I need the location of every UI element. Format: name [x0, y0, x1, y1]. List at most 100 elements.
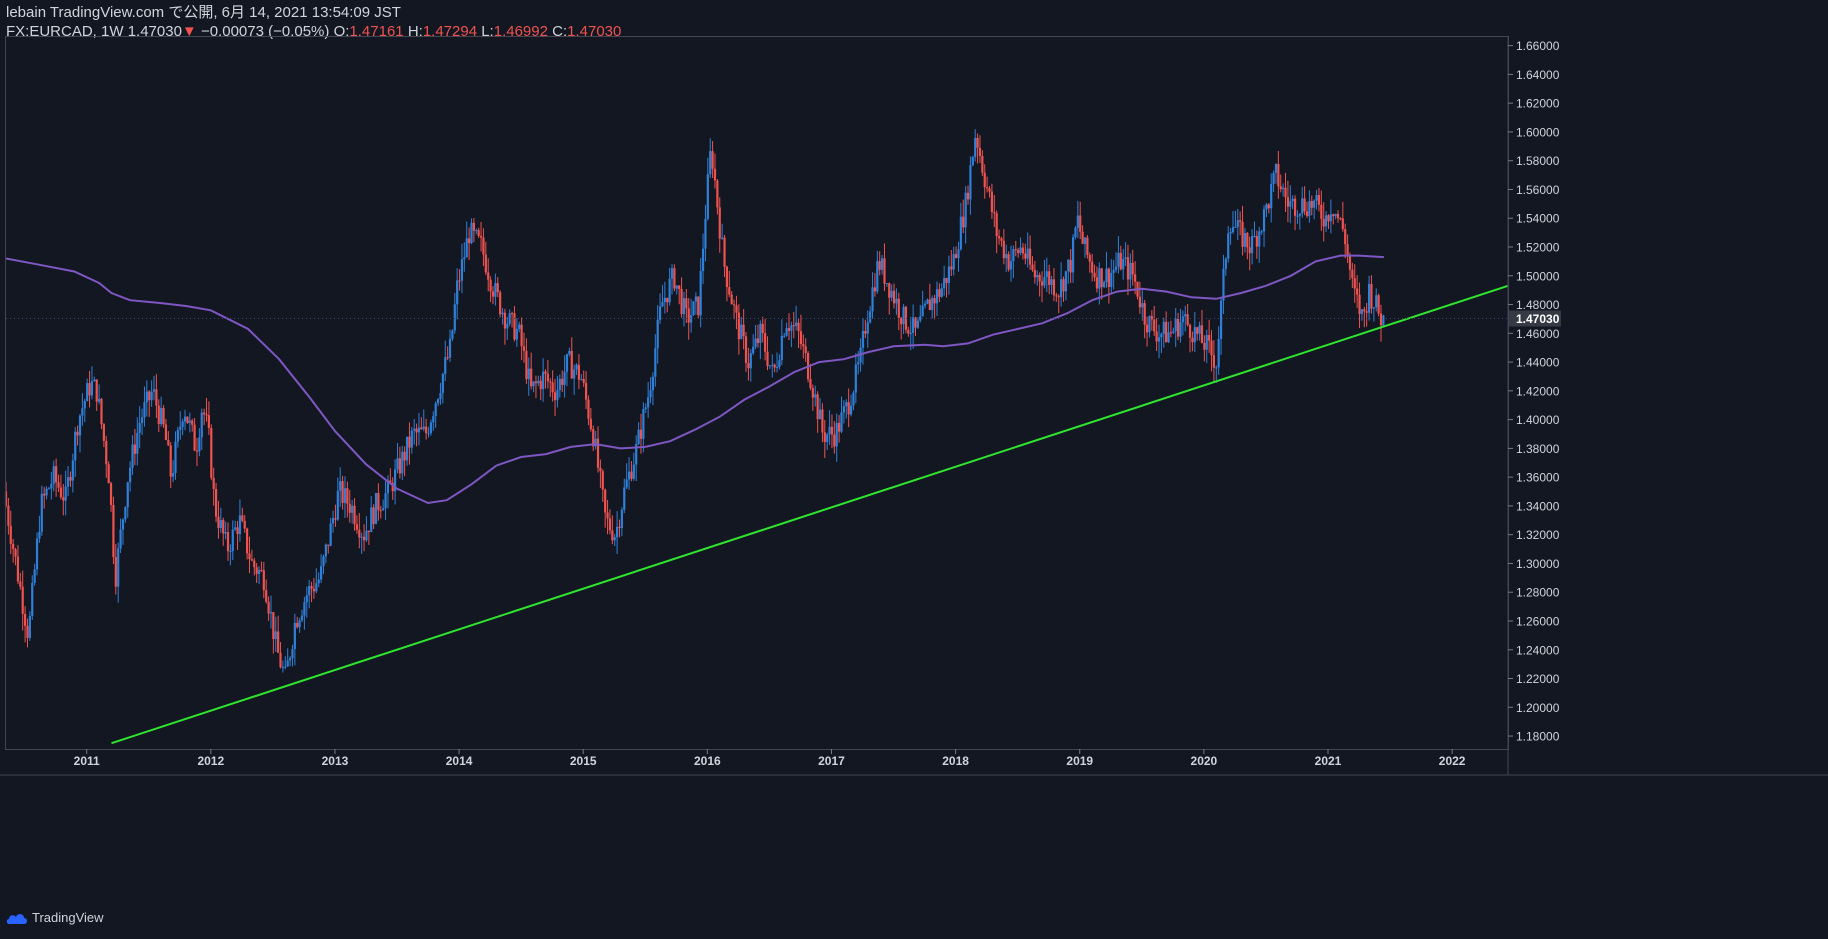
- candle: [1064, 270, 1067, 301]
- candle: [320, 554, 323, 584]
- candle: [1093, 264, 1096, 282]
- candle: [737, 304, 740, 355]
- y-tick-label: 1.36000: [1516, 471, 1560, 485]
- candle: [596, 426, 600, 473]
- candle: [1062, 276, 1065, 302]
- y-tick-label: 1.38000: [1516, 442, 1560, 456]
- candle: [1129, 253, 1132, 289]
- candle: [527, 357, 530, 396]
- candle: [835, 413, 838, 462]
- candle: [608, 509, 612, 535]
- x-tick-label: 2019: [1066, 754, 1093, 768]
- candle: [1298, 213, 1301, 230]
- candle: [97, 384, 101, 405]
- candle: [1143, 299, 1146, 339]
- candle: [1282, 183, 1285, 197]
- brand-label[interactable]: TradingView: [32, 910, 104, 925]
- candle: [262, 561, 265, 599]
- candle: [728, 270, 731, 298]
- x-tick-label: 2012: [197, 754, 224, 768]
- candle: [427, 426, 430, 438]
- candle: [1095, 266, 1099, 293]
- candle: [246, 527, 249, 560]
- candle: [981, 150, 984, 177]
- candle: [420, 417, 423, 430]
- candle: [415, 423, 418, 447]
- candle: [1320, 190, 1323, 231]
- candle: [647, 381, 650, 418]
- candle: [45, 486, 48, 500]
- candle: [52, 460, 55, 492]
- candle: [778, 354, 781, 370]
- candle: [198, 428, 201, 457]
- candle: [157, 399, 160, 433]
- candle: [224, 521, 227, 540]
- candle: [802, 334, 805, 359]
- candle: [179, 411, 182, 440]
- candle: [477, 227, 480, 238]
- candle: [1286, 180, 1290, 223]
- candle: [78, 414, 82, 453]
- candle: [322, 554, 325, 574]
- candle: [1196, 326, 1199, 341]
- candle: [303, 596, 306, 630]
- candle: [1110, 259, 1113, 294]
- candle: [694, 292, 697, 315]
- candle: [95, 379, 98, 411]
- candle: [86, 378, 89, 402]
- candle: [38, 515, 41, 543]
- candle: [775, 352, 779, 373]
- candle: [1358, 282, 1361, 329]
- candle: [642, 402, 645, 453]
- candle: [522, 332, 526, 363]
- candle: [74, 427, 77, 477]
- candle: [124, 506, 127, 523]
- candle: [155, 374, 158, 419]
- candle: [1346, 234, 1349, 264]
- candle: [1160, 332, 1163, 354]
- candle: [601, 469, 604, 502]
- candle: [1239, 211, 1242, 236]
- candle: [93, 376, 96, 382]
- candle: [575, 363, 578, 375]
- candle: [1107, 267, 1110, 304]
- last-price-badge-label: 1.47030: [1516, 312, 1560, 326]
- candle: [458, 269, 461, 291]
- candle: [928, 283, 931, 311]
- candle: [222, 517, 225, 546]
- candle: [1291, 195, 1294, 210]
- candle: [40, 485, 43, 536]
- candle: [1033, 260, 1036, 284]
- candle: [818, 398, 822, 420]
- candle: [649, 377, 652, 404]
- candle: [1284, 172, 1287, 212]
- candle: [1382, 314, 1385, 326]
- candle: [1153, 305, 1156, 336]
- candle: [943, 265, 946, 296]
- y-tick-label: 1.32000: [1516, 528, 1560, 542]
- candle: [269, 595, 273, 629]
- candle: [1208, 319, 1211, 353]
- candle: [618, 519, 621, 538]
- candle: [1005, 244, 1008, 273]
- candle: [117, 542, 120, 603]
- candle: [1348, 252, 1352, 280]
- candle: [143, 386, 146, 427]
- price-chart[interactable]: 1.18000 1.20000 1.22000 1.24000 1.26000 1.280…: [0, 0, 1828, 939]
- candle: [587, 395, 590, 426]
- candle: [1329, 199, 1332, 234]
- candle: [1122, 249, 1125, 280]
- candle: [821, 403, 824, 443]
- candle: [692, 301, 695, 316]
- candle: [1081, 225, 1084, 245]
- candle: [721, 223, 724, 240]
- candle: [329, 517, 332, 547]
- candle: [1150, 310, 1153, 331]
- y-tick-label: 1.20000: [1516, 701, 1560, 715]
- candle: [425, 418, 428, 440]
- candle: [861, 318, 865, 365]
- candle: [706, 157, 709, 221]
- candle: [384, 481, 387, 521]
- candle: [382, 499, 385, 511]
- y-tick-label: 1.44000: [1516, 356, 1560, 370]
